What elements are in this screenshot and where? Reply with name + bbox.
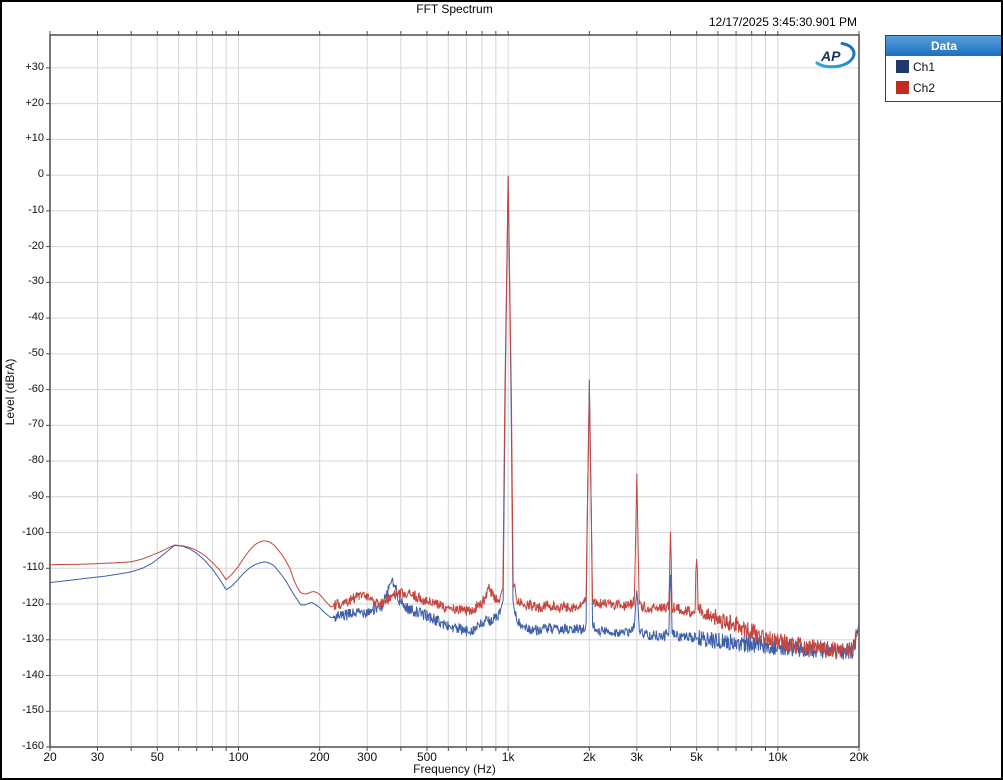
y-tick-label: -90 bbox=[2, 490, 44, 502]
y-tick-label: -130 bbox=[2, 633, 44, 645]
legend-item-ch1[interactable]: Ch1 bbox=[886, 56, 1002, 77]
y-tick-label: +10 bbox=[2, 132, 44, 144]
legend-item-label: Ch1 bbox=[913, 60, 935, 74]
y-tick-label: -20 bbox=[2, 240, 44, 252]
y-tick-label: -120 bbox=[2, 597, 44, 609]
y-tick-label: -140 bbox=[2, 669, 44, 681]
y-tick-label: -30 bbox=[2, 275, 44, 287]
fft-spectrum-window: FFT Spectrum 12/17/2025 3:45:30.901 PM 2… bbox=[0, 0, 1003, 780]
y-tick-label: -150 bbox=[2, 704, 44, 716]
legend-header: Data bbox=[886, 36, 1002, 56]
y-tick-label: 0 bbox=[2, 168, 44, 180]
ap-logo: AP bbox=[812, 40, 860, 72]
y-axis-title: Level (dBrA) bbox=[3, 346, 17, 438]
legend-items: Ch1 Ch2 bbox=[886, 56, 1002, 98]
y-tick-label: -110 bbox=[2, 561, 44, 573]
y-tick-label: +20 bbox=[2, 97, 44, 109]
y-tick-label: -80 bbox=[2, 454, 44, 466]
ch2-color-swatch bbox=[896, 81, 909, 94]
series-ch2-curve bbox=[50, 176, 859, 658]
legend-item-label: Ch2 bbox=[913, 81, 935, 95]
legend-item-ch2[interactable]: Ch2 bbox=[886, 77, 1002, 98]
series-ch1-curve bbox=[50, 176, 859, 659]
y-tick-label: -40 bbox=[2, 311, 44, 323]
spectrum-plot-area[interactable] bbox=[2, 2, 1003, 780]
y-tick-label: -160 bbox=[2, 740, 44, 752]
ch1-color-swatch bbox=[896, 60, 909, 73]
y-tick-label: +30 bbox=[2, 61, 44, 73]
y-tick-label: -10 bbox=[2, 204, 44, 216]
legend-panel: Data Ch1 Ch2 bbox=[885, 35, 1003, 102]
ap-logo-text: AP bbox=[820, 48, 841, 64]
y-tick-label: -100 bbox=[2, 526, 44, 538]
x-axis-title: Frequency (Hz) bbox=[50, 762, 859, 776]
